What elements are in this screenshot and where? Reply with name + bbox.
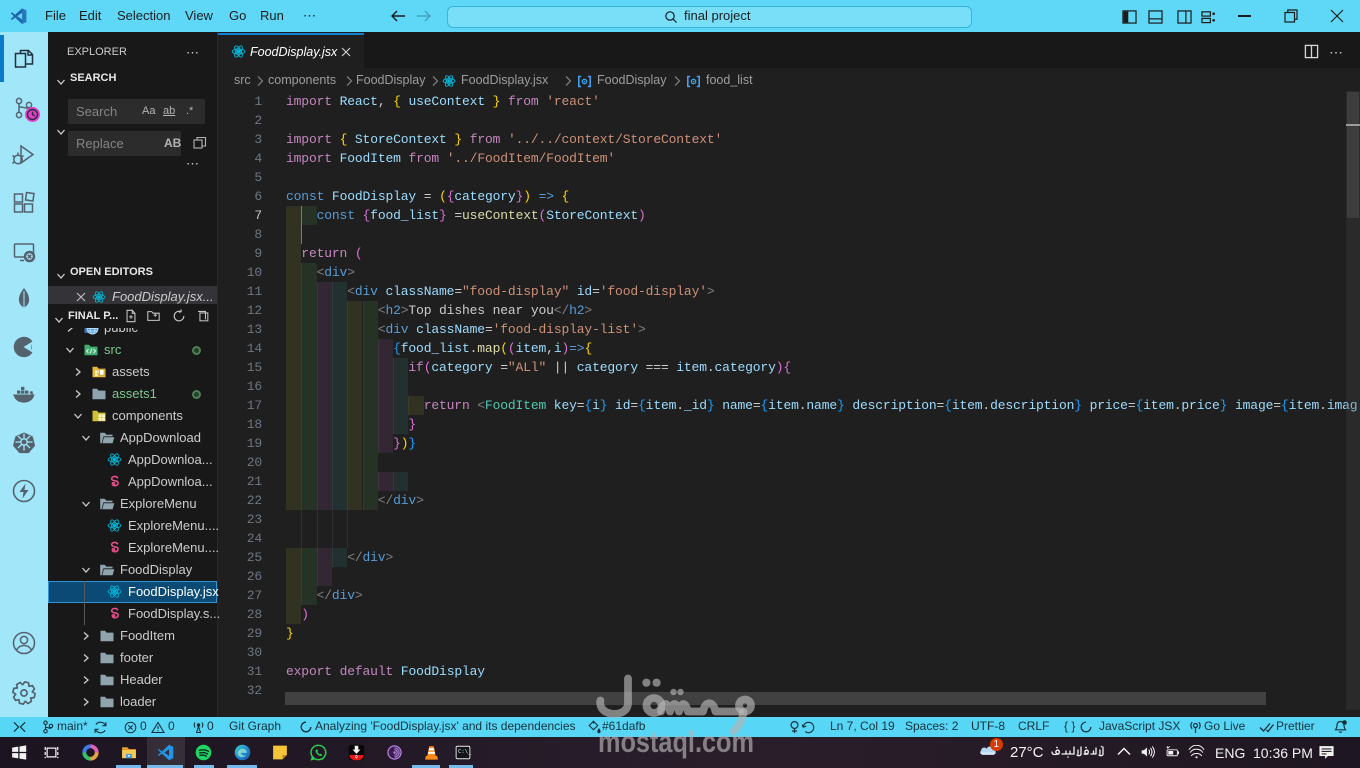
svg-text:mostaql.com: mostaql.com <box>598 724 754 759</box>
svg-text:C:\_: C:\_ <box>458 749 472 755</box>
